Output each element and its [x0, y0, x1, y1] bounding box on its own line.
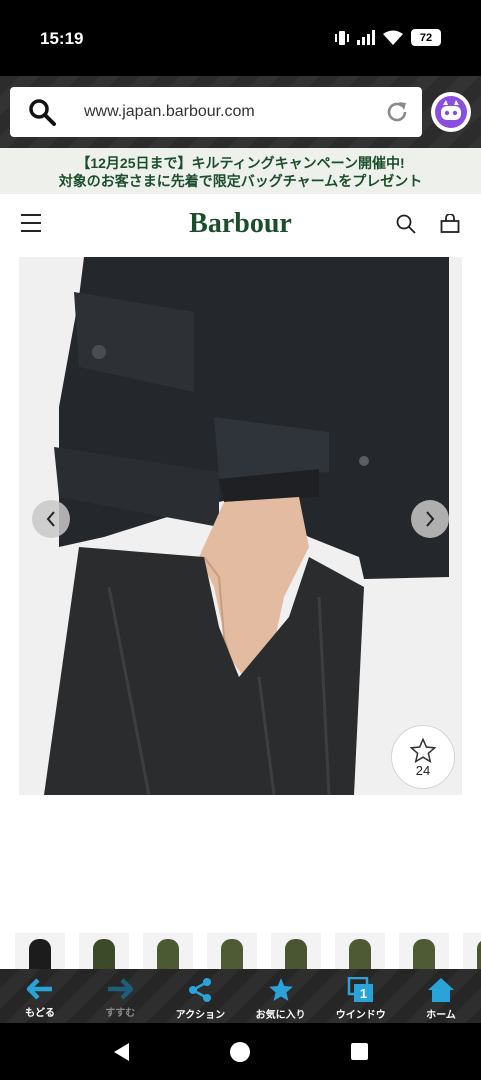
favorites-label: お気に入り	[255, 1010, 306, 1021]
home-circle-icon[interactable]	[230, 1042, 250, 1062]
thumbnail[interactable]	[207, 933, 257, 969]
thumbnail-strip	[15, 933, 481, 969]
battery-indicator: 72	[411, 29, 441, 46]
back-triangle-icon[interactable]	[112, 1042, 130, 1062]
home-button[interactable]: ホーム	[401, 969, 481, 1023]
home-label: ホーム	[426, 1010, 456, 1021]
window-button[interactable]: 1 ウインドウ	[321, 969, 401, 1023]
star-icon	[268, 978, 293, 1001]
chevron-right-icon	[426, 511, 435, 527]
window-label: ウインドウ	[335, 1010, 386, 1021]
thumbnail[interactable]	[335, 933, 385, 969]
favorite-button[interactable]: 24	[391, 725, 455, 789]
search-icon[interactable]	[395, 213, 417, 235]
site-header: Barbour	[0, 194, 481, 256]
promo-line-1: 【12月25日まで】キルティングキャンペーン開催中!	[76, 155, 405, 171]
recent-apps-icon[interactable]	[351, 1043, 368, 1060]
status-icons: 72	[335, 29, 441, 46]
favorite-count: 24	[415, 762, 431, 778]
product-image[interactable]	[19, 257, 462, 795]
product-photo	[19, 257, 462, 795]
system-nav-bar	[0, 1023, 481, 1080]
shopping-bag-icon[interactable]	[440, 214, 460, 234]
browser-mascot-icon[interactable]	[431, 92, 471, 132]
forward-label: すすむ	[105, 1008, 136, 1019]
status-time: 15:19	[40, 29, 84, 48]
share-icon	[189, 978, 212, 1002]
vibrate-icon	[335, 30, 349, 45]
star-icon	[409, 736, 437, 763]
browser-toolbar: もどる すすむ アクション お気に入り 1 ウインドウ ホーム	[0, 969, 481, 1023]
wifi-icon	[383, 30, 403, 45]
browser-bar: www.japan.barbour.com	[0, 76, 481, 148]
status-bar: 15:19 72	[0, 0, 481, 76]
thumbnail[interactable]	[15, 933, 65, 969]
thumbnail[interactable]	[79, 933, 129, 969]
window-count: 1	[360, 986, 367, 1001]
signal-icon	[357, 30, 375, 45]
thumbnail[interactable]	[271, 933, 321, 969]
back-button[interactable]: もどる	[0, 969, 80, 1023]
favorites-button[interactable]: お気に入り	[241, 969, 321, 1023]
thumbnail[interactable]	[463, 933, 481, 969]
window-count-icon: 1	[347, 977, 373, 1002]
home-icon	[427, 978, 454, 1002]
thumbnail[interactable]	[399, 933, 449, 969]
chevron-left-icon	[46, 511, 55, 527]
previous-image-button[interactable]	[32, 500, 70, 538]
url-text[interactable]: www.japan.barbour.com	[84, 103, 255, 121]
reload-icon[interactable]	[384, 99, 410, 125]
arrow-right-icon	[108, 978, 134, 1000]
url-bar[interactable]: www.japan.barbour.com	[10, 87, 422, 137]
next-image-button[interactable]	[411, 500, 449, 538]
thumbnail[interactable]	[143, 933, 193, 969]
promo-banner[interactable]: 【12月25日まで】キルティングキャンペーン開催中! 対象のお客さまに先着で限定…	[0, 148, 481, 194]
arrow-left-icon	[26, 978, 53, 1000]
search-icon[interactable]	[28, 98, 56, 126]
promo-line-2: 対象のお客さまに先着で限定バッグチャームをプレゼント	[58, 173, 423, 189]
forward-button[interactable]: すすむ	[80, 969, 160, 1023]
back-label: もどる	[25, 1008, 55, 1019]
action-label: アクション	[175, 1010, 226, 1021]
action-button[interactable]: アクション	[160, 969, 240, 1023]
